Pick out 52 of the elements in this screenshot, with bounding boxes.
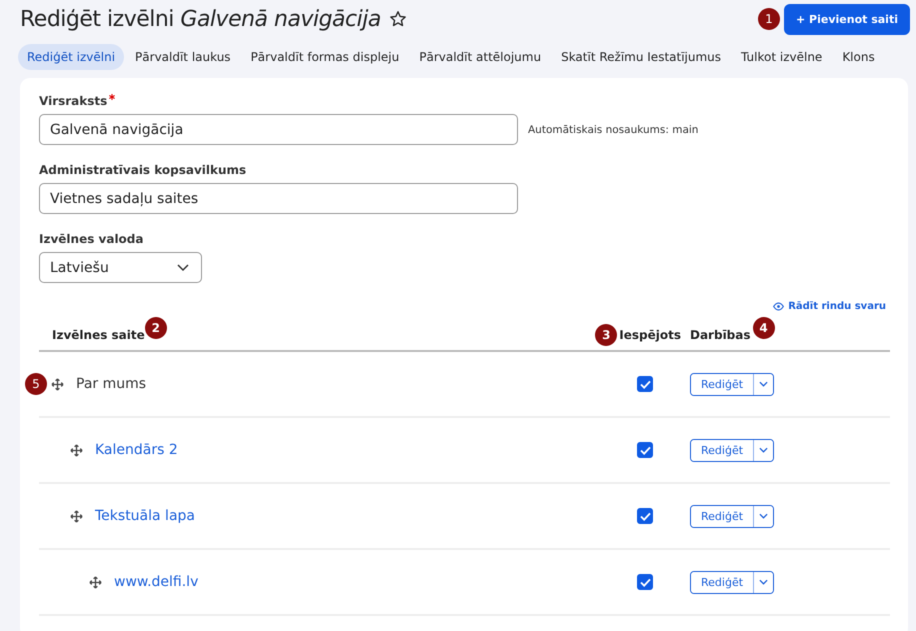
menu-link-title: Par mums: [76, 376, 146, 392]
annotation-marker: 2: [144, 317, 167, 339]
checkmark-icon: [640, 446, 650, 454]
menu-link[interactable]: www.delfi.lv: [114, 574, 198, 590]
input-field[interactable]: Galvenā navigācija: [39, 114, 518, 145]
tab[interactable]: Pārvaldīt laukus: [126, 44, 240, 70]
star-icon[interactable]: [388, 10, 407, 28]
tab[interactable]: Pārvaldīt attēlojumu: [410, 44, 550, 70]
edit-button[interactable]: Rediģēt: [691, 572, 754, 592]
drag-handle-icon[interactable]: [70, 510, 83, 522]
add-link-button[interactable]: + Pievienot saiti: [784, 4, 910, 34]
annotation-marker: 4: [752, 317, 775, 339]
tab[interactable]: Skatīt Režīmu Iestatījumus: [552, 44, 730, 70]
edit-button[interactable]: Rediģēt: [691, 374, 754, 394]
tab[interactable]: Pārvaldīt formas displeju: [242, 44, 408, 70]
eye-icon: [773, 302, 784, 311]
tab[interactable]: Klons: [833, 44, 884, 70]
column-header: Izvēlnes saite: [52, 328, 145, 342]
field-label: Administratīvais kopsavilkums: [39, 163, 246, 177]
show-weights-link[interactable]: Rādīt rindu svaru: [773, 301, 886, 312]
enabled-checkbox[interactable]: [637, 442, 653, 458]
drag-handle-icon[interactable]: [89, 576, 102, 588]
enabled-checkbox[interactable]: [637, 574, 653, 590]
enabled-checkbox[interactable]: [637, 508, 653, 524]
chevron-down-icon: [177, 264, 189, 272]
menu-link[interactable]: Kalendārs 2: [95, 442, 178, 458]
chevron-down-icon: [759, 579, 768, 585]
enabled-checkbox[interactable]: [637, 376, 653, 392]
tab[interactable]: Rediģēt izvēlni: [18, 44, 124, 70]
checkmark-icon: [640, 578, 650, 586]
page-title: Rediģēt izvēlni Galvenā navigācija: [20, 6, 381, 32]
checkmark-icon: [640, 512, 650, 520]
menu-link[interactable]: Tekstuāla lapa: [95, 508, 195, 524]
language-select[interactable]: Latviešu: [39, 252, 202, 283]
input-field[interactable]: Vietnes sadaļu saites: [39, 183, 518, 214]
drag-handle-icon[interactable]: [51, 378, 64, 390]
checkmark-icon: [640, 380, 650, 388]
field-label: Izvēlnes valoda: [39, 232, 144, 246]
annotation-marker: 3: [595, 324, 618, 346]
annotation-marker: 1: [758, 8, 780, 30]
column-header: Darbības: [690, 328, 751, 342]
column-header: Iespējots: [619, 328, 681, 342]
chevron-down-icon: [759, 447, 768, 453]
chevron-down-icon: [759, 381, 768, 387]
machine-name-text: Automātiskais nosaukums: main: [528, 124, 698, 136]
edit-button[interactable]: Rediģēt: [691, 506, 754, 526]
chevron-down-icon: [759, 513, 768, 519]
tab[interactable]: Tulkot izvēlne: [732, 44, 832, 70]
annotation-marker: 5: [25, 373, 47, 395]
field-label: Virsraksts: [39, 94, 108, 108]
drag-handle-icon[interactable]: [70, 444, 83, 456]
edit-button[interactable]: Rediģēt: [691, 440, 754, 460]
